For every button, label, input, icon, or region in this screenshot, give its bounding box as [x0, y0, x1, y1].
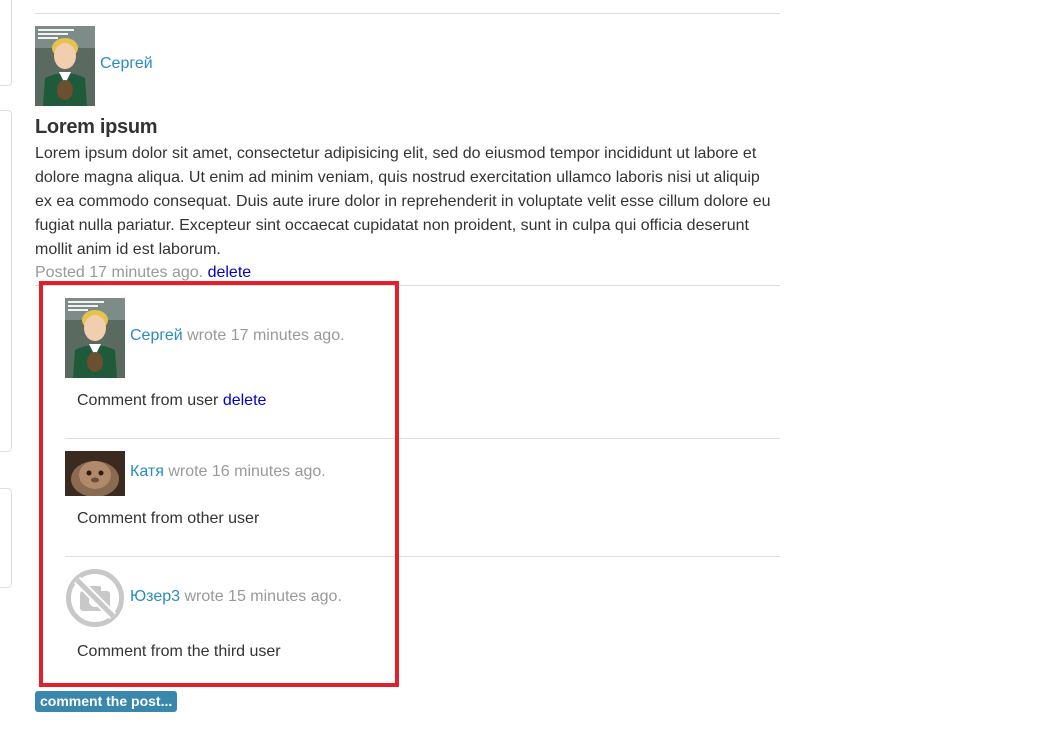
comment-text: Comment from other user [77, 510, 259, 528]
comment-time: wrote 17 minutes ago. [187, 327, 345, 344]
comment-avatar[interactable] [65, 451, 125, 496]
side-panel-edge [0, 110, 12, 452]
comment-header: Катя wrote 16 minutes ago. [130, 463, 326, 481]
post-title: Lorem ipsum [35, 116, 158, 138]
comment-avatar[interactable] [65, 298, 125, 378]
comment-time: wrote 15 minutes ago. [184, 588, 342, 605]
post-body: Lorem ipsum dolor sit amet, consectetur … [35, 145, 771, 258]
divider [35, 13, 780, 14]
side-panel-edge [0, 488, 12, 588]
comment-post-button[interactable]: comment the post... [35, 691, 178, 712]
author-avatar[interactable] [35, 26, 95, 106]
comment-body: Comment from user [77, 392, 219, 409]
posted-time: Posted 17 minutes ago. [35, 264, 204, 281]
side-panel-edge [0, 0, 12, 86]
comment-author-link[interactable]: Сергей [130, 327, 183, 344]
post-author-link[interactable]: Сергей [100, 55, 153, 73]
comment-text: Comment from the third user [77, 643, 281, 661]
comment-body: Comment from other user [77, 510, 260, 527]
comment-text: Comment from user delete [77, 392, 266, 410]
comment-author-link[interactable]: Катя [130, 463, 164, 480]
delete-post-link[interactable]: delete [208, 264, 252, 281]
comment-header: Юзер3 wrote 15 minutes ago. [130, 588, 342, 606]
comment-time: wrote 16 minutes ago. [168, 463, 326, 480]
no-photo-icon[interactable] [65, 568, 125, 628]
comment-header: Сергей wrote 17 minutes ago. [130, 327, 345, 345]
delete-comment-link[interactable]: delete [223, 392, 267, 409]
post-meta: Posted 17 minutes ago. delete [35, 264, 251, 282]
comment-author-link[interactable]: Юзер3 [130, 588, 180, 605]
comment-body: Comment from the third user [77, 643, 281, 660]
